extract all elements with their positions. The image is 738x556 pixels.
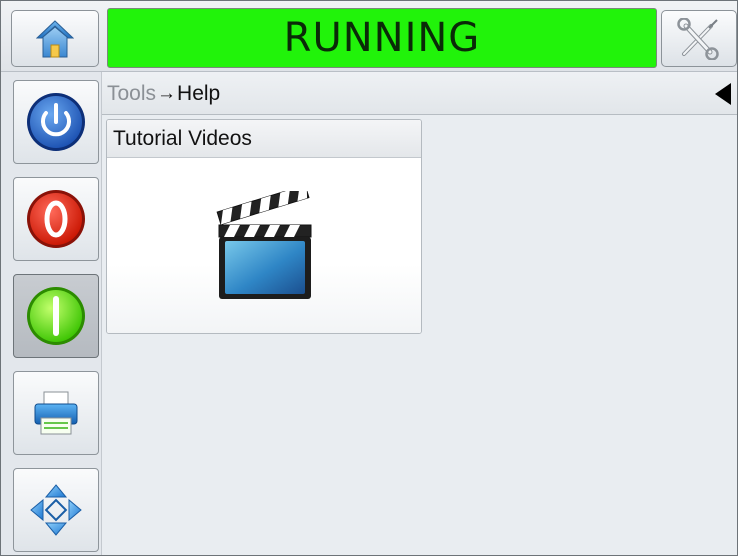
- printer-icon: [34, 391, 78, 435]
- tile-body: [107, 158, 421, 333]
- power-button[interactable]: [13, 80, 99, 164]
- tools-button[interactable]: [661, 10, 737, 67]
- back-arrow-icon[interactable]: [715, 83, 731, 105]
- breadcrumb-bar: Tools → Help: [102, 72, 737, 115]
- home-icon: [36, 19, 74, 57]
- sidebar: [1, 72, 102, 555]
- navigation-icon: [30, 484, 82, 536]
- stop-button[interactable]: [13, 177, 99, 261]
- printer-ui-screen: RUNNING Tools → Help Tutorial Videos: [0, 0, 738, 556]
- help-content-area: Tutorial Videos: [102, 115, 737, 555]
- top-bar: RUNNING: [1, 1, 737, 72]
- print-settings-button[interactable]: [13, 371, 99, 455]
- stop-icon: [27, 190, 85, 248]
- clapperboard-icon: [216, 190, 312, 299]
- breadcrumb-current: Help: [177, 82, 221, 105]
- status-text: RUNNING: [283, 15, 481, 61]
- tile-title: Tutorial Videos: [107, 120, 421, 158]
- breadcrumb-separator: →: [157, 83, 177, 104]
- home-button[interactable]: [11, 10, 99, 67]
- breadcrumb: Tools → Help: [107, 82, 220, 106]
- power-icon: [27, 93, 85, 151]
- status-indicator[interactable]: RUNNING: [107, 8, 657, 68]
- tutorial-videos-tile[interactable]: Tutorial Videos: [106, 119, 422, 334]
- tools-icon: [677, 17, 719, 60]
- start-button[interactable]: [13, 274, 99, 358]
- breadcrumb-tools-link[interactable]: Tools: [107, 82, 156, 106]
- navigation-button[interactable]: [13, 468, 99, 552]
- start-icon: [27, 287, 85, 345]
